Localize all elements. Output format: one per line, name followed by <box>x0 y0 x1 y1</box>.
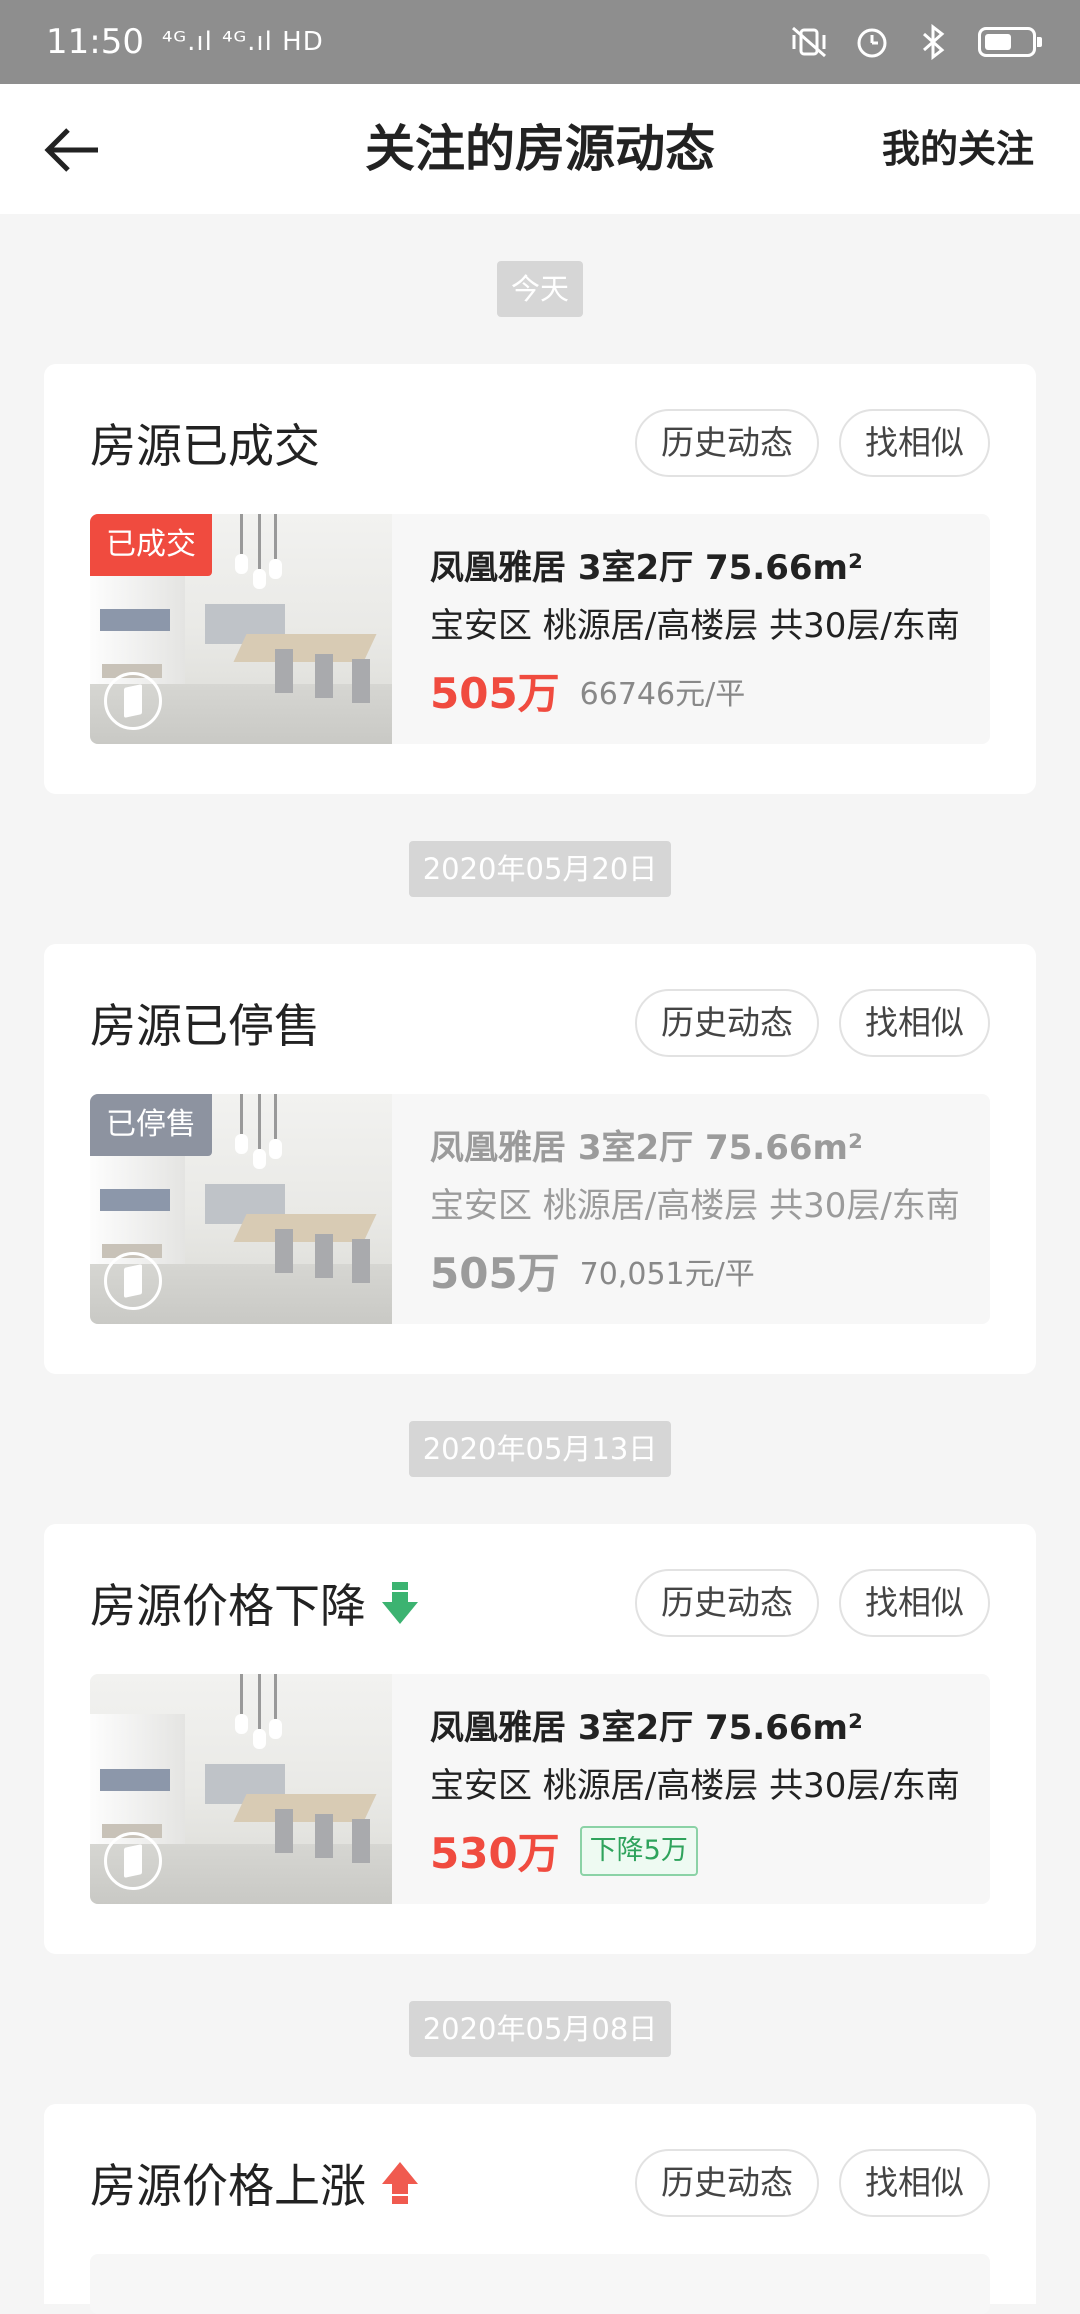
history-button[interactable]: 历史动态 <box>635 409 819 477</box>
find-similar-button[interactable]: 找相似 <box>839 989 990 1057</box>
listing-card[interactable] <box>90 2254 990 2314</box>
date-divider: 2020年05月20日 <box>0 794 1080 944</box>
listing-card[interactable]: 已成交 凤凰雅居 3室2厅 75.66m² 宝安区 桃源居/高楼层 共30层/东… <box>90 514 990 744</box>
listing-name: 凤凰雅居 3室2厅 75.66m² <box>430 548 863 588</box>
my-follow-link[interactable]: 我的关注 <box>882 84 1034 214</box>
vr-360-icon[interactable] <box>104 672 162 730</box>
listing-name: 凤凰雅居 3室2厅 75.66m² <box>430 1708 863 1748</box>
feed-card: 房源价格下降 历史动态 找相似 凤凰雅居 3室2厅 75.66m² 宝安区 桃源 <box>44 1524 1036 1954</box>
feed-list: 今天 房源已成交 历史动态 找相似 已成交 凤凰雅居 3室2厅 75.66m² … <box>0 214 1080 2314</box>
status-badge: 已停售 <box>90 1094 212 1156</box>
arrow-left-icon <box>44 128 98 172</box>
feed-card: 房源价格上涨 历史动态 找相似 <box>44 2104 1036 2314</box>
header: 关注的房源动态 我的关注 <box>0 84 1080 214</box>
unit-price: 66746元/平 <box>579 676 746 712</box>
date-chip: 今天 <box>496 261 583 317</box>
listing-address: 宝安区 桃源居/高楼层 共30层/东南 <box>430 606 960 646</box>
card-title: 房源已停售 <box>90 999 320 1053</box>
card-title: 房源价格下降 <box>90 1579 366 1633</box>
history-button[interactable]: 历史动态 <box>635 989 819 1057</box>
card-title: 房源已成交 <box>90 419 320 473</box>
listing-price: 530万 <box>430 1829 560 1878</box>
status-time: 11:50 <box>46 22 144 62</box>
find-similar-button[interactable]: 找相似 <box>839 1569 990 1637</box>
listing-name: 凤凰雅居 3室2厅 75.66m² <box>430 1128 863 1168</box>
feed-card: 房源已停售 历史动态 找相似 已停售 凤凰雅居 3室2厅 75.66m² 宝安区… <box>44 944 1036 1374</box>
price-change-tag: 下降5万 <box>579 1825 698 1876</box>
listing-price: 505万 <box>430 1249 560 1298</box>
status-bar: 11:50 ⁴ᴳ.ıl ⁴ᴳ.ıl HD <box>0 0 1080 84</box>
status-badge: 已成交 <box>90 514 212 576</box>
alarm-icon <box>857 28 887 58</box>
battery-icon <box>978 27 1042 57</box>
signal-indicator: ⁴ᴳ.ıl ⁴ᴳ.ıl HD <box>161 27 324 57</box>
find-similar-button[interactable]: 找相似 <box>839 2149 990 2217</box>
unit-price: 70,051元/平 <box>579 1256 755 1292</box>
listing-photo[interactable] <box>90 1674 392 1904</box>
arrow-down-icon <box>382 1582 418 1624</box>
date-chip: 2020年05月08日 <box>408 2001 672 2057</box>
date-divider: 2020年05月08日 <box>0 1954 1080 2104</box>
card-title: 房源价格上涨 <box>90 2159 366 2213</box>
feed-card: 房源已成交 历史动态 找相似 已成交 凤凰雅居 3室2厅 75.66m² 宝安区… <box>44 364 1036 794</box>
vibrate-mute-icon <box>792 26 826 58</box>
listing-photo[interactable]: 已成交 <box>90 514 392 744</box>
arrow-up-icon <box>382 2162 418 2204</box>
listing-address: 宝安区 桃源居/高楼层 共30层/东南 <box>430 1186 960 1226</box>
vr-360-icon[interactable] <box>104 1252 162 1310</box>
date-chip: 2020年05月13日 <box>408 1421 672 1477</box>
listing-photo[interactable]: 已停售 <box>90 1094 392 1324</box>
back-button[interactable] <box>38 116 106 184</box>
vr-360-icon[interactable] <box>104 1832 162 1890</box>
history-button[interactable]: 历史动态 <box>635 2149 819 2217</box>
listing-address: 宝安区 桃源居/高楼层 共30层/东南 <box>430 1766 960 1806</box>
listing-price: 505万 <box>430 669 560 718</box>
listing-card[interactable]: 已停售 凤凰雅居 3室2厅 75.66m² 宝安区 桃源居/高楼层 共30层/东… <box>90 1094 990 1324</box>
date-divider: 2020年05月13日 <box>0 1374 1080 1524</box>
find-similar-button[interactable]: 找相似 <box>839 409 990 477</box>
bluetooth-icon <box>923 24 945 60</box>
date-chip: 2020年05月20日 <box>408 841 672 897</box>
history-button[interactable]: 历史动态 <box>635 1569 819 1637</box>
date-divider: 今天 <box>0 214 1080 364</box>
listing-card[interactable]: 凤凰雅居 3室2厅 75.66m² 宝安区 桃源居/高楼层 共30层/东南 53… <box>90 1674 990 1904</box>
